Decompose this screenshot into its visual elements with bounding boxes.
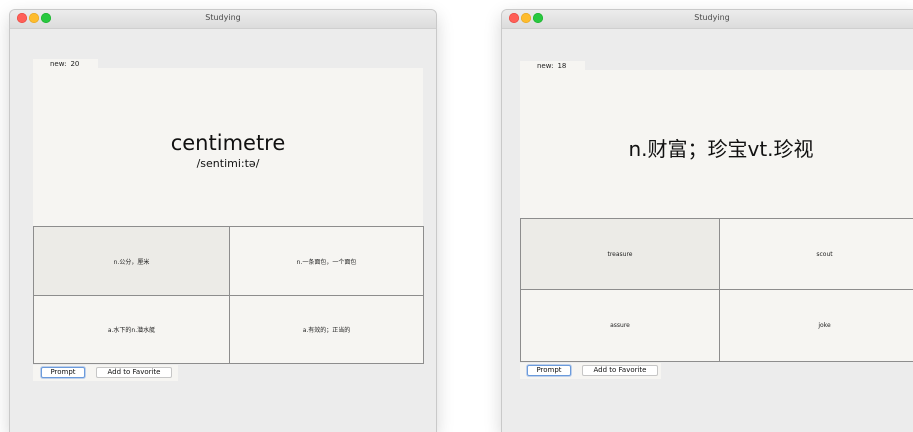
- option-2[interactable]: n.一条面包，一个面包: [230, 227, 423, 295]
- option-3[interactable]: a.水下的n.潜水艇: [34, 296, 229, 363]
- option-1[interactable]: n.公分，厘米: [34, 227, 229, 295]
- option-4[interactable]: joke: [720, 290, 913, 361]
- answer-grid: n.公分，厘米 n.一条面包，一个面包 a.水下的n.潜水艇 a.有效的；正当的: [33, 226, 424, 364]
- option-4[interactable]: a.有效的；正当的: [230, 296, 423, 363]
- grid-divider: [521, 289, 913, 290]
- button-bar: Prompt Add to Favorite: [520, 363, 661, 379]
- option-3[interactable]: assure: [521, 290, 719, 361]
- answer-grid: treasure scout assure joke: [520, 218, 913, 362]
- window-title: Studying: [694, 13, 730, 22]
- study-window-right: Studying new: 18 n.财富；珍宝vt.珍视 treasure sc…: [502, 10, 913, 432]
- word-card: n.财富；珍宝vt.珍视: [520, 70, 913, 219]
- button-bar: Prompt Add to Favorite: [33, 365, 178, 381]
- option-1[interactable]: treasure: [521, 219, 719, 289]
- new-count-value: 20: [70, 60, 80, 68]
- word-text: centimetre: [170, 131, 286, 155]
- new-count-label: new:: [537, 62, 554, 70]
- window-title: Studying: [205, 13, 241, 22]
- phonetic-text: /sentimi:tə/: [196, 157, 260, 170]
- study-window-left: Studying new: 20 centimetre /sentimi:tə/ …: [10, 10, 436, 432]
- add-to-favorite-button[interactable]: Add to Favorite: [582, 365, 658, 376]
- prompt-button[interactable]: Prompt: [41, 367, 85, 378]
- title-bar[interactable]: Studying: [502, 10, 913, 29]
- grid-divider: [719, 219, 720, 361]
- new-count-label: new:: [50, 60, 67, 68]
- grid-divider: [34, 295, 423, 296]
- new-count-value: 18: [557, 62, 567, 70]
- title-bar[interactable]: Studying: [10, 10, 436, 29]
- word-card: centimetre /sentimi:tə/: [33, 68, 423, 226]
- prompt-button[interactable]: Prompt: [527, 365, 571, 376]
- option-2[interactable]: scout: [720, 219, 913, 289]
- add-to-favorite-button[interactable]: Add to Favorite: [96, 367, 172, 378]
- word-text: n.财富；珍宝vt.珍视: [628, 137, 814, 161]
